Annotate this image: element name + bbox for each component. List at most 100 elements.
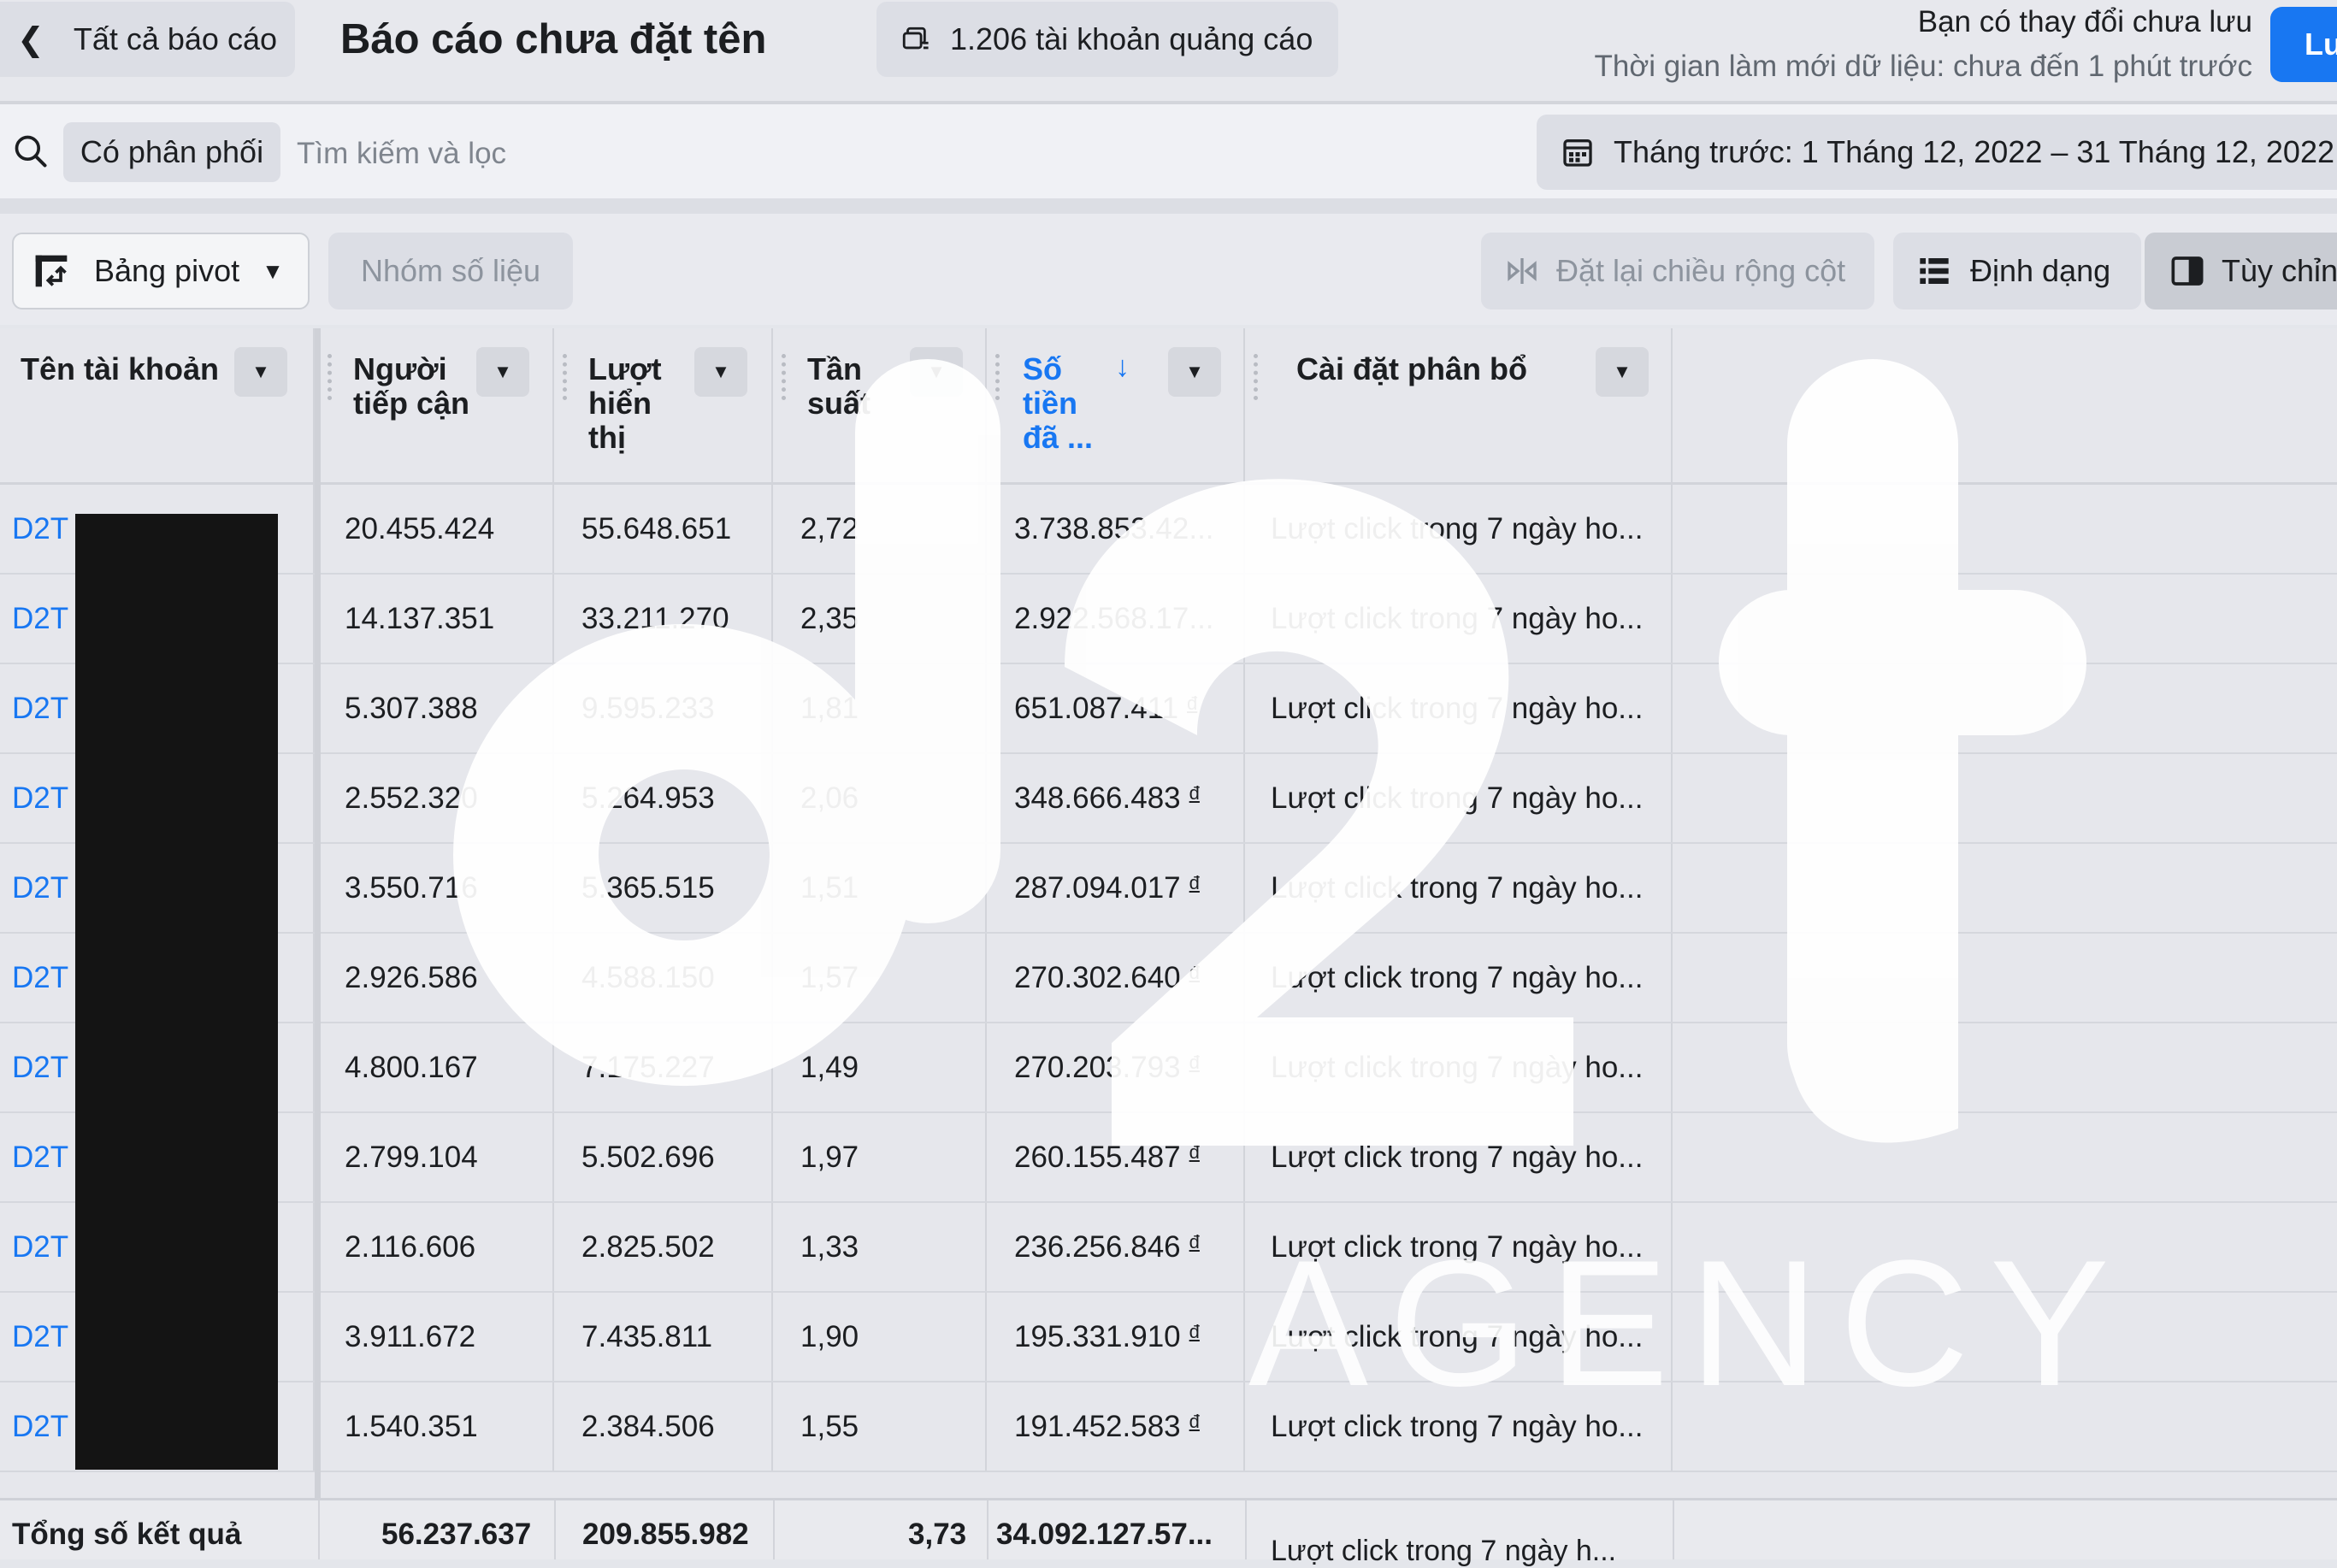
impressions-cell: 33.211.270 bbox=[554, 575, 773, 663]
spend-cell: 236.256.846 đ bbox=[987, 1203, 1245, 1291]
spend-cell-text: 287.094.017 bbox=[1014, 870, 1181, 905]
delivery-filter-chip[interactable]: Có phân phối bbox=[63, 122, 280, 182]
reach-cell: 2.799.104 bbox=[321, 1113, 554, 1201]
spend-cell: 287.094.017 đ bbox=[987, 844, 1245, 932]
back-to-all-reports-button[interactable]: ❮ Tất cả báo cáo bbox=[0, 2, 295, 77]
frequency-cell-text: 2,35 bbox=[800, 601, 859, 635]
divider bbox=[1245, 1500, 1247, 1559]
frequency-cell: 1,51 bbox=[773, 844, 987, 932]
totals-label: Tổng số kết quả bbox=[12, 1518, 242, 1551]
reset-column-width-label: Đặt lại chiều rộng cột bbox=[1556, 253, 1846, 288]
currency-symbol: đ bbox=[1189, 1410, 1200, 1432]
attribution-cell: Lượt click trong 7 ngày ho... bbox=[1245, 1023, 1673, 1111]
save-button[interactable]: Lu bbox=[2270, 7, 2337, 82]
spend-cell-text: 260.155.487 bbox=[1014, 1140, 1181, 1174]
caret-down-icon[interactable]: ▼ bbox=[1596, 347, 1649, 397]
attribution-cell: Lượt click trong 7 ngày ho... bbox=[1245, 485, 1673, 573]
save-button-label: Lu bbox=[2305, 27, 2337, 62]
sort-descending-icon[interactable]: ↓ bbox=[1115, 351, 1130, 384]
column-label: Lượt hiển thị bbox=[588, 352, 662, 455]
spend-cell-text: 195.331.910 bbox=[1014, 1319, 1181, 1353]
attribution-cell: Lượt click trong 7 ngày ho... bbox=[1245, 934, 1673, 1022]
frequency-cell: 2,06 bbox=[773, 754, 987, 842]
caret-down-icon: ▼ bbox=[262, 257, 284, 284]
currency-symbol: đ bbox=[1187, 692, 1198, 714]
caret-down-icon[interactable]: ▼ bbox=[234, 347, 287, 397]
totals-frequency: 3,73 bbox=[908, 1518, 967, 1551]
impressions-cell-text: 9.595.233 bbox=[581, 691, 715, 725]
metric-group-label: Nhóm số liệu bbox=[360, 253, 541, 288]
unsaved-changes-text: Bạn có thay đổi chưa lưu bbox=[1917, 5, 2252, 38]
impressions-cell: 9.595.233 bbox=[554, 664, 773, 752]
frequency-cell: 1,33 bbox=[773, 1203, 987, 1291]
impressions-cell-text: 2.825.502 bbox=[581, 1229, 715, 1264]
account-name-cell-text: D2T bbox=[12, 511, 69, 545]
totals-attribution: Lượt click trong 7 ngày h... bbox=[1271, 1535, 1617, 1567]
customize-label: Tùy chỉnh bbox=[2222, 253, 2337, 288]
format-button[interactable]: Định dạng bbox=[1893, 233, 2141, 309]
attribution-cell-text: Lượt click trong 7 ngày ho... bbox=[1271, 1050, 1644, 1084]
table-row: D2T 2.799.104 5.502.696 1,97 260.155.487 đ Lượ… bbox=[0, 1113, 2337, 1203]
frequency-cell-text: 1,49 bbox=[800, 1050, 859, 1084]
column-header-impressions[interactable]: Lượt hiển thị ▼ bbox=[554, 328, 773, 482]
spend-cell-text: 270.302.640 bbox=[1014, 960, 1181, 994]
pivot-table-label: Bảng pivot bbox=[94, 253, 240, 288]
column-label-line: thị bbox=[588, 420, 626, 455]
impressions-cell-text: 5.502.696 bbox=[581, 1140, 715, 1174]
column-label: Tần suất bbox=[807, 352, 870, 421]
drag-handle-icon[interactable] bbox=[995, 354, 1005, 400]
divider bbox=[554, 1500, 556, 1559]
pivot-table-dropdown[interactable]: Bảng pivot ▼ bbox=[12, 233, 310, 309]
column-header-spend[interactable]: Số tiền đã ... ↓ ▼ bbox=[987, 328, 1245, 482]
frequency-cell: 1,55 bbox=[773, 1382, 987, 1471]
metric-group-button[interactable]: Nhóm số liệu bbox=[328, 233, 573, 309]
column-header-frequency[interactable]: Tần suất ▼ bbox=[773, 328, 987, 482]
column-header-reach[interactable]: Người tiếp cận ▼ bbox=[321, 328, 554, 482]
date-range-picker[interactable]: Tháng trước: 1 Tháng 12, 2022 – 31 Tháng… bbox=[1537, 115, 2337, 190]
attribution-cell: Lượt click trong 7 ngày ho... bbox=[1245, 1293, 1673, 1381]
column-label-line: Số bbox=[1023, 351, 1063, 386]
impressions-cell: 55.648.651 bbox=[554, 485, 773, 573]
reach-cell: 2.926.586 bbox=[321, 934, 554, 1022]
reach-cell-text: 2.116.606 bbox=[345, 1229, 476, 1264]
impressions-cell-text: 7.435.811 bbox=[581, 1319, 713, 1353]
column-label-line: suất bbox=[807, 386, 871, 421]
divider bbox=[318, 1500, 320, 1559]
caret-down-icon[interactable]: ▼ bbox=[1168, 347, 1221, 397]
account-name-cell-text: D2T bbox=[12, 960, 69, 994]
frequency-cell-text: 1,55 bbox=[800, 1409, 859, 1443]
frequency-cell-text: 1,57 bbox=[800, 960, 859, 994]
reach-cell: 3.911.672 bbox=[321, 1293, 554, 1381]
frequency-cell: 1,97 bbox=[773, 1113, 987, 1201]
impressions-cell-text: 5.264.953 bbox=[581, 781, 715, 815]
table-row: D2T 3.550.716 5.365.515 1,51 287.094.017 đ Lượ… bbox=[0, 844, 2337, 934]
attribution-cell: Lượt click trong 7 ngày ho... bbox=[1245, 1382, 1673, 1471]
reach-cell: 3.550.716 bbox=[321, 844, 554, 932]
ad-accounts-button[interactable]: 1.206 tài khoản quảng cáo bbox=[876, 2, 1338, 77]
column-label-line: Người bbox=[353, 351, 447, 386]
caret-down-icon[interactable]: ▼ bbox=[910, 347, 963, 397]
drag-handle-icon[interactable] bbox=[328, 354, 337, 400]
ad-accounts-label: 1.206 tài khoản quảng cáo bbox=[950, 21, 1313, 56]
drag-handle-icon[interactable] bbox=[782, 354, 791, 400]
spend-cell: 195.331.910 đ bbox=[987, 1293, 1245, 1381]
caret-down-icon[interactable]: ▼ bbox=[476, 347, 529, 397]
frequency-cell-text: 1,33 bbox=[800, 1229, 859, 1264]
customize-button[interactable]: Tùy chỉnh bbox=[2145, 233, 2337, 309]
drag-handle-icon[interactable] bbox=[563, 354, 572, 400]
column-header-account[interactable]: Tên tài khoản ▼ bbox=[0, 328, 315, 482]
spend-cell: 348.666.483 đ bbox=[987, 754, 1245, 842]
account-name-cell-text: D2T bbox=[12, 1229, 69, 1264]
reset-column-width-button[interactable]: Đặt lại chiều rộng cột bbox=[1481, 233, 1874, 309]
drag-handle-icon[interactable] bbox=[1254, 354, 1263, 400]
currency-symbol: đ bbox=[1189, 961, 1200, 983]
caret-down-icon[interactable]: ▼ bbox=[694, 347, 747, 397]
table-row: D2T 2.926.586 4.588.150 1,57 270.302.640 đ Lượ… bbox=[0, 934, 2337, 1023]
spend-cell-text: 236.256.846 bbox=[1014, 1229, 1181, 1264]
column-header-attribution[interactable]: Cài đặt phân bổ ▼ bbox=[1245, 328, 1673, 482]
search-input[interactable] bbox=[295, 130, 983, 178]
report-title[interactable]: Báo cáo chưa đặt tên bbox=[340, 15, 766, 63]
attribution-cell-text: Lượt click trong 7 ngày ho... bbox=[1271, 1140, 1644, 1174]
frequency-cell-text: 1,97 bbox=[800, 1140, 859, 1174]
totals-impressions: 209.855.982 bbox=[582, 1518, 749, 1551]
